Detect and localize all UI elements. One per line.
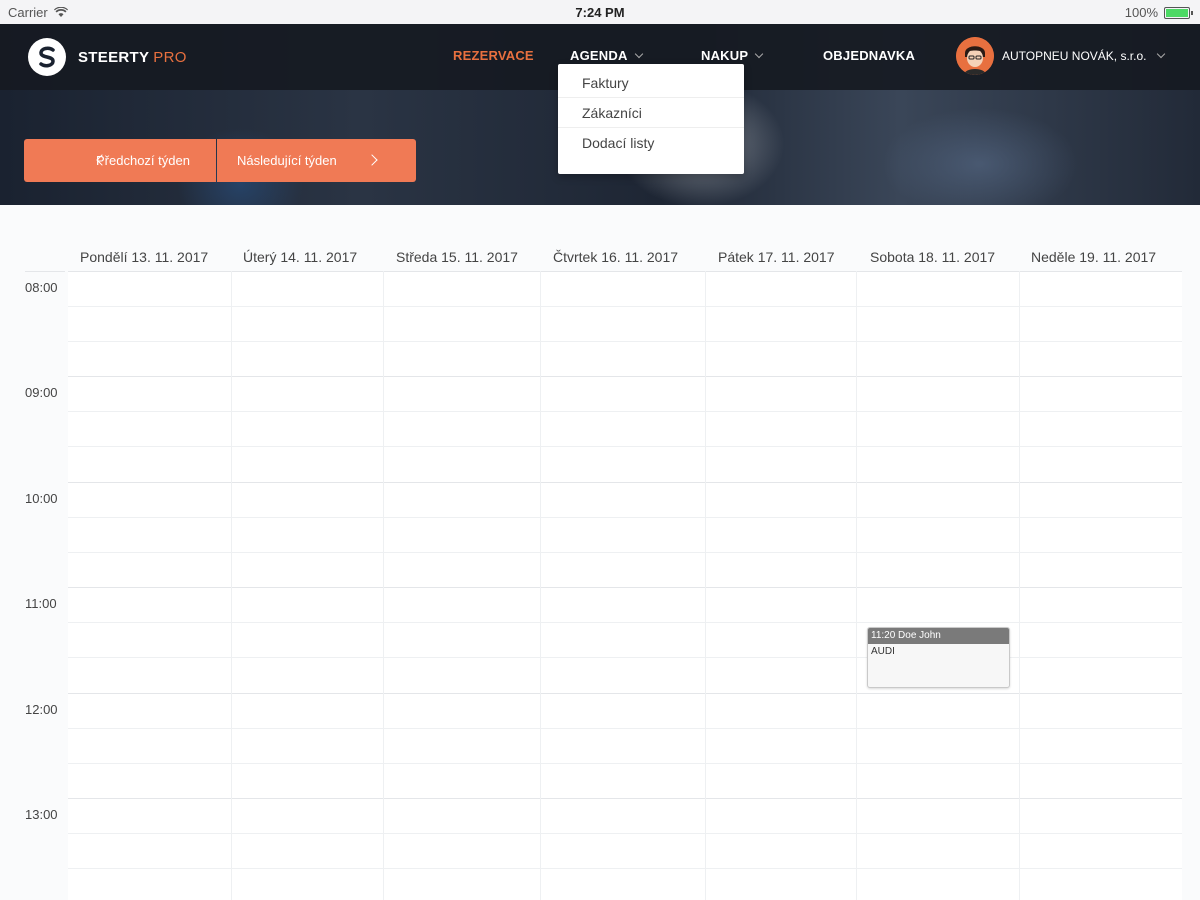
brand-logo[interactable]: STEERTY PRO: [28, 38, 187, 76]
time-label-1000: 10:00: [25, 491, 58, 506]
avatar: [956, 37, 994, 75]
day-header-monday: Pondělí 13. 11. 2017: [80, 249, 209, 265]
nav-rezervace[interactable]: REZERVACE: [453, 48, 534, 63]
time-label-0900: 09:00: [25, 385, 58, 400]
next-week-button[interactable]: Následující týden: [217, 139, 416, 182]
time-label-0800: 08:00: [25, 280, 58, 295]
time-label-1200: 12:00: [25, 702, 58, 717]
chevron-down-icon: [1157, 49, 1166, 59]
time-label-1300: 13:00: [25, 807, 58, 822]
week-calendar: Pondělí 13. 11. 2017 Úterý 14. 11. 2017 …: [0, 205, 1200, 900]
clock: 7:24 PM: [575, 5, 625, 20]
nav-objednavka[interactable]: OBJEDNAVKA: [823, 48, 915, 63]
event-detail: AUDI: [871, 646, 895, 657]
day-header-wednesday: Středa 15. 11. 2017: [396, 249, 518, 265]
battery-icon: [1164, 6, 1193, 19]
week-navigation: Předchozí týden Následující týden: [24, 139, 416, 182]
nav-agenda[interactable]: AGENDA: [570, 48, 643, 63]
calendar-event[interactable]: 11:20 Doe John AUDI: [867, 627, 1010, 688]
battery-indicator: 100%: [1124, 5, 1193, 20]
calendar-grid[interactable]: [68, 271, 1182, 900]
event-title: 11:20 Doe John: [868, 628, 1009, 644]
previous-week-button[interactable]: Předchozí týden: [24, 139, 216, 182]
chevron-down-icon: [634, 49, 643, 58]
day-header-sunday: Neděle 19. 11. 2017: [1031, 249, 1157, 265]
nav-nakup[interactable]: NAKUP: [701, 48, 764, 63]
menu-item-faktury[interactable]: Faktury: [558, 68, 744, 98]
logo-icon: [28, 38, 66, 76]
chevron-down-icon: [754, 49, 764, 58]
menu-item-dodaci-listy[interactable]: Dodací listy: [558, 128, 744, 158]
time-label-1100: 11:00: [25, 596, 57, 611]
user-menu[interactable]: AUTOPNEU NOVÁK, s.r.o.: [956, 37, 1166, 75]
battery-percent: 100%: [1124, 5, 1158, 20]
menu-item-zakaznici[interactable]: Zákazníci: [558, 98, 744, 128]
brand-suffix: PRO: [153, 48, 187, 66]
day-header-thursday: Čtvrtek 16. 11. 2017: [553, 249, 679, 265]
day-header-saturday: Sobota 18. 11. 2017: [870, 249, 996, 265]
agenda-dropdown-menu: Faktury Zákazníci Dodací listy: [558, 64, 744, 174]
brand-name: STEERTY: [78, 48, 150, 66]
day-header-tuesday: Úterý 14. 11. 2017: [243, 249, 358, 265]
user-company-name: AUTOPNEU NOVÁK, s.r.o.: [1002, 49, 1147, 63]
status-bar: Carrier 7:24 PM 100%: [0, 0, 1200, 24]
chevron-right-icon: [366, 154, 378, 166]
day-header-friday: Pátek 17. 11. 2017: [718, 249, 835, 265]
